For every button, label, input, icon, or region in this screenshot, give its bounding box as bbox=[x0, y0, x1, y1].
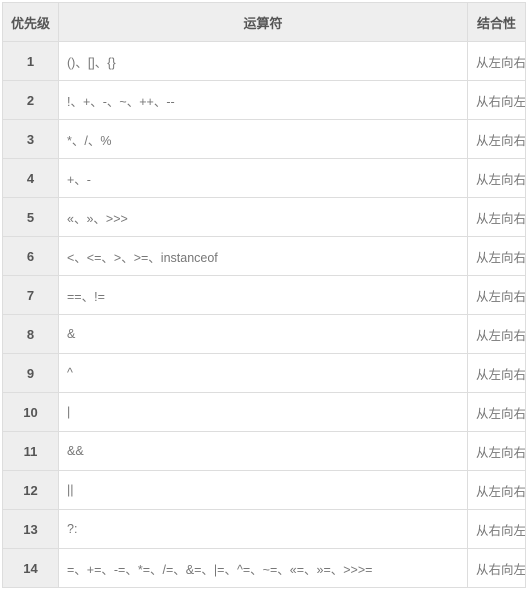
header-operator: 运算符 bbox=[59, 3, 468, 42]
cell-level: 4 bbox=[3, 159, 59, 198]
cell-operator: ?: bbox=[59, 510, 468, 549]
cell-level: 2 bbox=[3, 81, 59, 120]
cell-operator: || bbox=[59, 471, 468, 510]
cell-level: 8 bbox=[3, 315, 59, 354]
table-row: 2!、+、-、~、++、--从右向左 bbox=[3, 81, 526, 120]
cell-operator: | bbox=[59, 393, 468, 432]
cell-operator: ==、!= bbox=[59, 276, 468, 315]
table-row: 11&&从左向右 bbox=[3, 432, 526, 471]
table-row: 7==、!=从左向右 bbox=[3, 276, 526, 315]
table-row: 13?:从右向左 bbox=[3, 510, 526, 549]
cell-assoc: 从右向左 bbox=[468, 81, 526, 120]
cell-level: 5 bbox=[3, 198, 59, 237]
cell-operator: <、<=、>、>=、instanceof bbox=[59, 237, 468, 276]
cell-level: 14 bbox=[3, 549, 59, 588]
cell-assoc: 从左向右 bbox=[468, 159, 526, 198]
cell-operator: «、»、>>> bbox=[59, 198, 468, 237]
cell-assoc: 从左向右 bbox=[468, 42, 526, 81]
header-level: 优先级 bbox=[3, 3, 59, 42]
cell-operator: =、+=、-=、*=、/=、&=、|=、^=、~=、«=、»=、>>>= bbox=[59, 549, 468, 588]
table-row: 4+、-从左向右 bbox=[3, 159, 526, 198]
cell-assoc: 从左向右 bbox=[468, 276, 526, 315]
table-row: 5«、»、>>>从左向右 bbox=[3, 198, 526, 237]
cell-assoc: 从左向右 bbox=[468, 471, 526, 510]
cell-level: 7 bbox=[3, 276, 59, 315]
cell-level: 12 bbox=[3, 471, 59, 510]
table-row: 12||从左向右 bbox=[3, 471, 526, 510]
cell-operator: *、/、% bbox=[59, 120, 468, 159]
cell-assoc: 从左向右 bbox=[468, 354, 526, 393]
cell-assoc: 从左向右 bbox=[468, 432, 526, 471]
cell-level: 11 bbox=[3, 432, 59, 471]
cell-operator: & bbox=[59, 315, 468, 354]
cell-level: 6 bbox=[3, 237, 59, 276]
cell-assoc: 从左向右 bbox=[468, 198, 526, 237]
cell-level: 13 bbox=[3, 510, 59, 549]
cell-level: 9 bbox=[3, 354, 59, 393]
cell-operator: ()、[]、{} bbox=[59, 42, 468, 81]
operator-precedence-table: 优先级 运算符 结合性 1()、[]、{}从左向右2!、+、-、~、++、--从… bbox=[2, 2, 526, 588]
table-row: 10|从左向右 bbox=[3, 393, 526, 432]
table-row: 3*、/、%从左向右 bbox=[3, 120, 526, 159]
cell-assoc: 从左向右 bbox=[468, 120, 526, 159]
header-assoc: 结合性 bbox=[468, 3, 526, 42]
cell-assoc: 从右向左 bbox=[468, 549, 526, 588]
table-header-row: 优先级 运算符 结合性 bbox=[3, 3, 526, 42]
cell-operator: !、+、-、~、++、-- bbox=[59, 81, 468, 120]
cell-assoc: 从左向右 bbox=[468, 237, 526, 276]
cell-level: 10 bbox=[3, 393, 59, 432]
table-row: 1()、[]、{}从左向右 bbox=[3, 42, 526, 81]
table-row: 6<、<=、>、>=、instanceof从左向右 bbox=[3, 237, 526, 276]
cell-operator: +、- bbox=[59, 159, 468, 198]
cell-assoc: 从左向右 bbox=[468, 393, 526, 432]
table-row: 9^从左向右 bbox=[3, 354, 526, 393]
table-row: 8&从左向右 bbox=[3, 315, 526, 354]
cell-level: 1 bbox=[3, 42, 59, 81]
cell-assoc: 从左向右 bbox=[468, 315, 526, 354]
table-body: 1()、[]、{}从左向右2!、+、-、~、++、--从右向左3*、/、%从左向… bbox=[3, 42, 526, 588]
cell-level: 3 bbox=[3, 120, 59, 159]
cell-assoc: 从右向左 bbox=[468, 510, 526, 549]
table-row: 14=、+=、-=、*=、/=、&=、|=、^=、~=、«=、»=、>>>=从右… bbox=[3, 549, 526, 588]
cell-operator: ^ bbox=[59, 354, 468, 393]
cell-operator: && bbox=[59, 432, 468, 471]
